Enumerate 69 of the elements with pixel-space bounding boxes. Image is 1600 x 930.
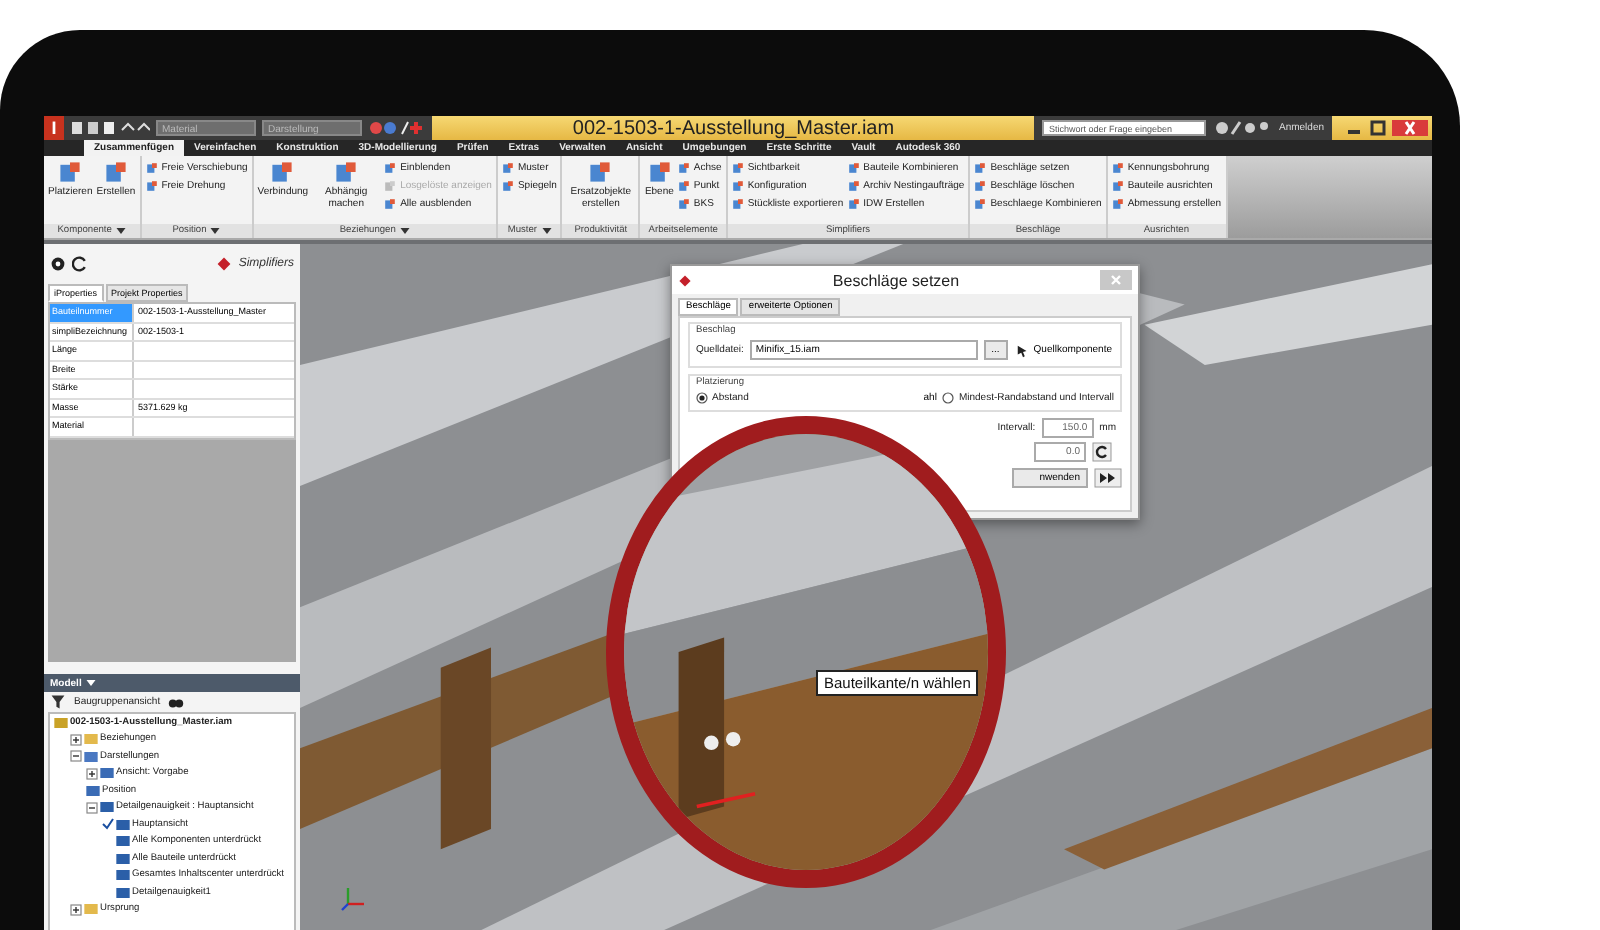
node-icon bbox=[116, 887, 130, 898]
help-toolbar-icons[interactable] bbox=[1214, 120, 1271, 136]
cursor-icon bbox=[1015, 343, 1030, 357]
refresh-icon[interactable] bbox=[72, 256, 88, 272]
tool-icon bbox=[384, 161, 397, 173]
toolbar-icons[interactable] bbox=[70, 120, 150, 136]
caret-icon bbox=[399, 228, 410, 234]
tool-icon bbox=[677, 197, 690, 209]
node-icon bbox=[116, 819, 130, 830]
close-icon[interactable] bbox=[1392, 120, 1428, 136]
node-icon bbox=[116, 853, 130, 864]
search-icon[interactable] bbox=[168, 694, 185, 710]
tool-icon bbox=[588, 160, 613, 184]
tool-icon bbox=[384, 197, 397, 209]
node-icon bbox=[84, 904, 98, 915]
axis-icon bbox=[340, 884, 368, 912]
tool-icon bbox=[1111, 161, 1124, 173]
app-logo: I bbox=[44, 116, 64, 140]
node-icon bbox=[116, 870, 130, 881]
tool-icon bbox=[384, 179, 397, 191]
caret-icon bbox=[541, 228, 552, 234]
tool-icon bbox=[145, 179, 158, 191]
tool-icon bbox=[731, 179, 744, 191]
color-icons[interactable] bbox=[368, 120, 424, 136]
caret-icon bbox=[210, 228, 221, 234]
restore-icon[interactable] bbox=[1368, 120, 1388, 136]
logo-icon bbox=[216, 256, 233, 272]
refresh-icon[interactable] bbox=[1092, 442, 1112, 462]
tool-icon bbox=[145, 161, 158, 173]
tool-icon bbox=[847, 179, 860, 191]
tool-icon bbox=[647, 160, 672, 184]
window-title: 002-1503-1-Ausstellung_Master.iam bbox=[570, 117, 897, 139]
expand-icon[interactable] bbox=[1094, 468, 1122, 488]
tool-icon bbox=[103, 160, 128, 184]
tool-icon bbox=[501, 179, 514, 191]
tool-icon bbox=[974, 161, 987, 173]
tool-icon bbox=[847, 197, 860, 209]
expand-toggle-icon[interactable] bbox=[86, 801, 98, 814]
radio-icon[interactable] bbox=[942, 392, 955, 404]
checkmark-icon[interactable] bbox=[102, 818, 114, 831]
tool-icon bbox=[974, 179, 987, 191]
dialog-title: Beschläge setzen bbox=[830, 271, 962, 289]
tool-icon bbox=[501, 161, 514, 173]
expand-toggle-icon[interactable] bbox=[70, 903, 82, 916]
caret-icon bbox=[85, 680, 96, 686]
expand-toggle-icon[interactable] bbox=[70, 750, 82, 763]
caret-icon bbox=[115, 228, 126, 234]
tool-icon bbox=[58, 160, 83, 184]
node-icon bbox=[100, 768, 114, 779]
node-icon bbox=[100, 802, 114, 813]
tool-icon bbox=[1111, 197, 1124, 209]
node-icon bbox=[54, 717, 68, 728]
tool-icon bbox=[731, 197, 744, 209]
tool-icon bbox=[677, 161, 690, 173]
node-icon bbox=[86, 785, 100, 796]
tool-icon bbox=[270, 160, 295, 184]
tool-icon bbox=[731, 161, 744, 173]
expand-toggle-icon[interactable] bbox=[70, 733, 82, 746]
tool-icon bbox=[677, 179, 690, 191]
node-icon bbox=[84, 751, 98, 762]
tool-icon bbox=[847, 161, 860, 173]
tool-icon bbox=[1111, 179, 1124, 191]
node-icon bbox=[84, 734, 98, 745]
expand-toggle-icon[interactable] bbox=[86, 767, 98, 780]
tool-icon bbox=[974, 197, 987, 209]
tool-icon bbox=[334, 160, 359, 184]
settings-icon[interactable] bbox=[50, 256, 66, 272]
node-icon bbox=[116, 836, 130, 847]
radio-icon[interactable] bbox=[696, 392, 708, 404]
